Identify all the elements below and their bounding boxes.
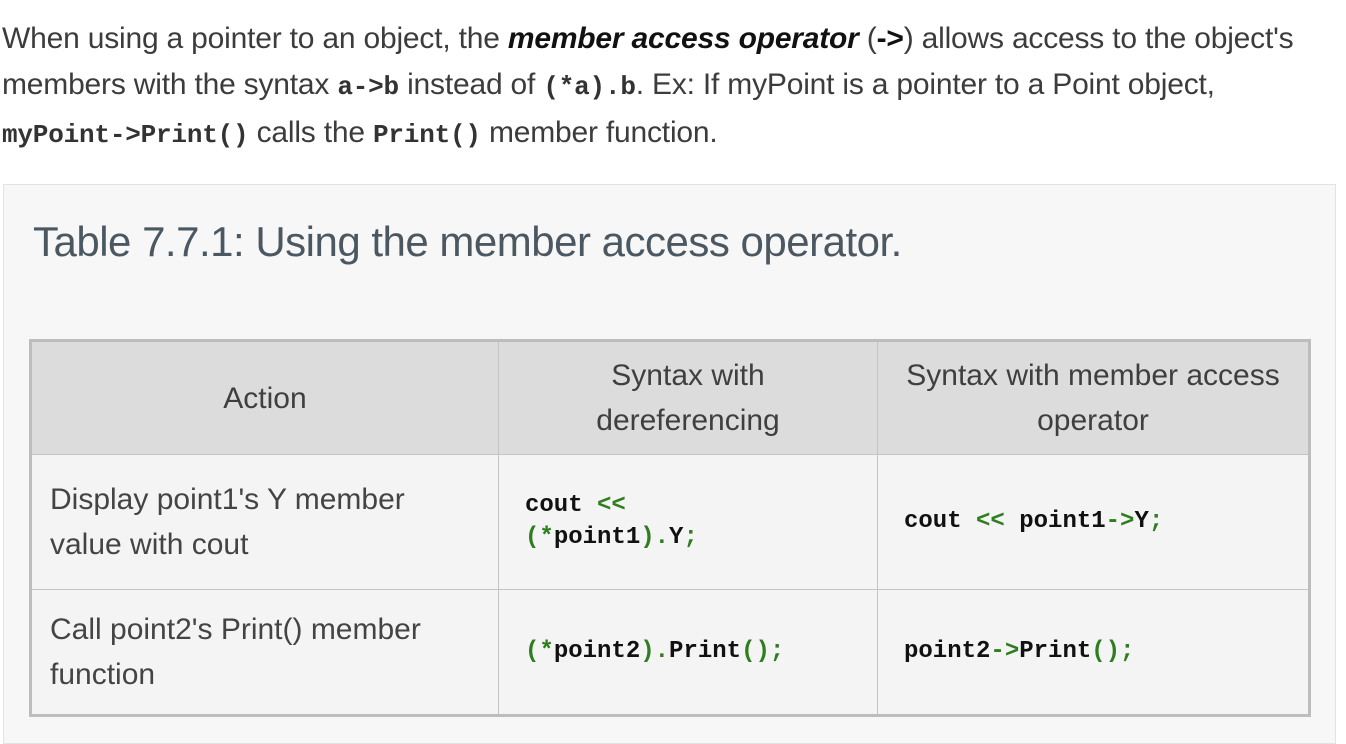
header-deref: Syntax with dereferencing (498, 340, 878, 455)
deref-code-cell: cout << (*point1).Y; (498, 454, 878, 590)
intro-text-7: member function. (480, 116, 718, 149)
header-arrow: Syntax with member access operator (877, 340, 1310, 455)
arrow-code-cell: point2->Print(); (877, 589, 1310, 716)
code-call-example: myPoint->Print() (2, 120, 249, 150)
action-cell: Display point1's Y member value with cou… (30, 454, 499, 590)
term-member-access-operator: member access operator (507, 22, 859, 55)
table-header-row: Action Syntax with dereferencing Syntax … (30, 340, 1310, 455)
arrow-code-cell: cout << point1->Y; (877, 454, 1310, 590)
arrow-operator: -> (876, 22, 904, 55)
code-deref-syntax: (*a).b (543, 71, 636, 102)
header-action: Action (30, 340, 499, 455)
deref-code-cell: (*point2).Print(); (498, 589, 878, 716)
intro-text-4: instead of (398, 67, 544, 101)
intro-text-2: ( (858, 22, 877, 55)
table-row: Display point1's Y member value with cou… (30, 454, 1310, 590)
syntax-table: Action Syntax with dereferencing Syntax … (29, 339, 1311, 717)
table-title: Table 7.7.1: Using the member access ope… (33, 218, 902, 265)
intro-text-5: . Ex: If myPoint is a pointer to a Point… (635, 67, 1215, 101)
action-cell: Call point2's Print() member function (30, 589, 499, 716)
code-print-fn: Print() (372, 120, 481, 150)
intro-paragraph: When using a pointer to an object, the m… (2, 16, 1342, 159)
code-arrow-syntax: a->b (337, 71, 399, 102)
table-row: Call point2's Print() member function (*… (30, 589, 1310, 716)
intro-text-1: When using a pointer to an object, the (2, 22, 508, 55)
intro-text-6: calls the (248, 116, 373, 149)
